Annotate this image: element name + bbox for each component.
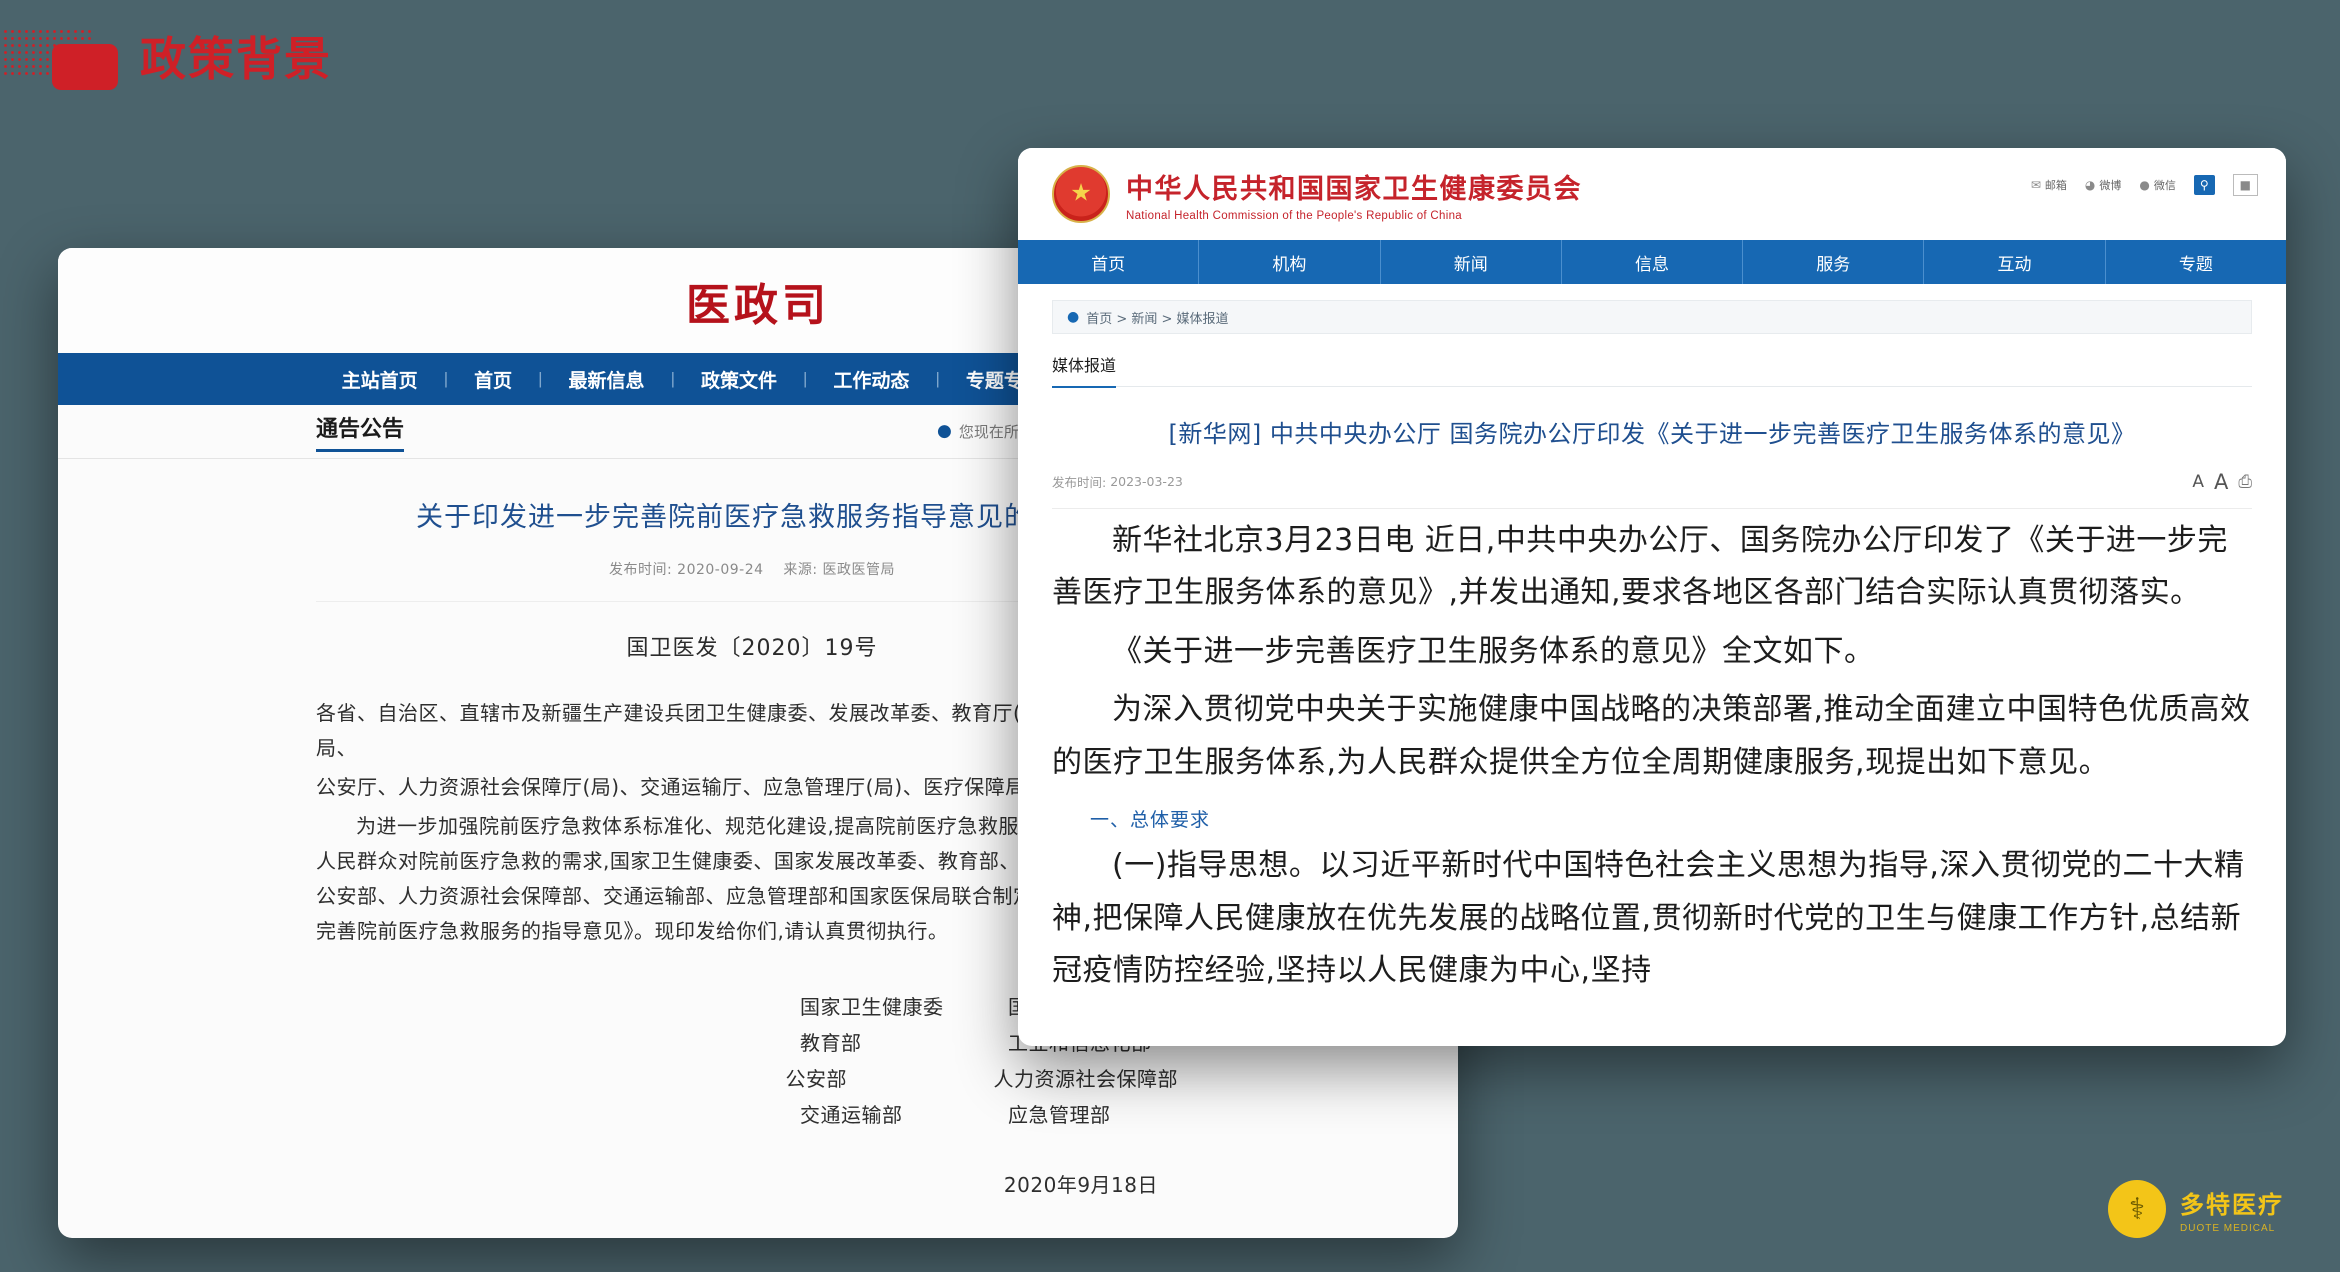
nhc-nav-item-3[interactable]: 信息 bbox=[1562, 240, 1744, 284]
search-icon: ⚲ bbox=[2199, 178, 2209, 192]
moh-signature-row: 公安部 人力资源社会保障部 bbox=[316, 1061, 1188, 1097]
brand-logo-mark bbox=[0, 28, 118, 90]
moh-source-label: 来源: bbox=[783, 561, 818, 578]
nhc-nav-item-4[interactable]: 服务 bbox=[1743, 240, 1925, 284]
nhc-tool-mail-label: 邮箱 bbox=[2044, 179, 2067, 192]
moh-nav-item-0[interactable]: 主站首页 bbox=[316, 366, 444, 393]
page-heading: 政策背景 bbox=[0, 28, 332, 90]
moh-signature-date: 2020年9月18日 bbox=[1003, 1172, 1158, 1197]
font-decrease-button[interactable]: A bbox=[2192, 472, 2204, 492]
accessibility-icon: ■ bbox=[2239, 178, 2251, 192]
watermark-text: 多特医疗 DUOTE MEDICAL bbox=[2180, 1185, 2284, 1234]
nhc-article-meta: 发布时间: 2023-03-23 A A ⎙ bbox=[1052, 470, 2252, 509]
font-increase-button[interactable]: A bbox=[2214, 470, 2228, 494]
nhc-publish-label: 发布时间: bbox=[1052, 475, 1107, 491]
nhc-nav-item-5[interactable]: 互动 bbox=[1924, 240, 2106, 284]
nhc-kicker-divider bbox=[1052, 386, 2252, 387]
nhc-content: 媒体报道 [新华网] 中共中央办公厅 国务院办公厅印发《关于进一步完善医疗卫生服… bbox=[1018, 334, 2286, 998]
moh-signature-1-0: 教育部 bbox=[800, 1030, 862, 1055]
national-emblem-icon bbox=[1052, 165, 1110, 223]
location-pin-icon: ● bbox=[936, 421, 952, 441]
nhc-article-title: [新华网] 中共中央办公厅 国务院办公厅印发《关于进一步完善医疗卫生服务体系的意… bbox=[1168, 420, 2136, 448]
nhc-font-controls[interactable]: A A ⎙ bbox=[2192, 470, 2252, 494]
nhc-tool-weibo-label: 微博 bbox=[2099, 179, 2122, 192]
nhc-primary-nav[interactable]: 首页 机构 新闻 信息 服务 互动 专题 bbox=[1018, 240, 2286, 284]
nhc-breadcrumb-path[interactable]: 首页 > 新闻 > 媒体报道 bbox=[1086, 308, 1228, 327]
moh-brand-title: 医政司 bbox=[686, 279, 830, 331]
watermark-branding: 多特医疗 DUOTE MEDICAL bbox=[2108, 1180, 2284, 1238]
mail-icon: ✉ bbox=[2030, 178, 2041, 192]
nhc-nav-item-6[interactable]: 专题 bbox=[2106, 240, 2286, 284]
nhc-tool-accessibility[interactable]: ■ bbox=[2232, 174, 2258, 196]
solid-square-icon bbox=[52, 44, 118, 90]
nhc-breadcrumb: ● 首页 > 新闻 > 媒体报道 bbox=[1052, 300, 2252, 334]
moh-disclosure-note: (信息公开形式: 主动公开) bbox=[316, 1233, 1188, 1238]
moh-nav-item-2[interactable]: 最新信息 bbox=[543, 366, 671, 393]
nhc-tool-weibo[interactable]: ◕ 微博 bbox=[2085, 177, 2121, 193]
nhc-article-section-paragraph: (一)指导思想。以习近平新时代中国特色社会主义思想为指导,深入贯彻党的二十大精神… bbox=[1052, 848, 2245, 989]
nhc-article-paragraph-1: 《关于进一步完善医疗卫生服务体系的意见》全文如下。 bbox=[1112, 633, 1875, 669]
moh-signature-0-0: 国家卫生健康委 bbox=[800, 994, 944, 1019]
nhc-nav-item-1[interactable]: 机构 bbox=[1199, 240, 1381, 284]
nhc-header: 中华人民共和国国家卫生健康委员会 National Health Commiss… bbox=[1018, 148, 2286, 240]
medical-badge-icon bbox=[2108, 1180, 2166, 1238]
watermark-name-en: DUOTE MEDICAL bbox=[2180, 1222, 2276, 1234]
nhc-brand-en: National Health Commission of the People… bbox=[1126, 209, 1462, 222]
nhc-tool-wechat[interactable]: ● 微信 bbox=[2139, 177, 2175, 193]
moh-signature-3-0: 交通运输部 bbox=[800, 1102, 903, 1127]
moh-signature-row: 交通运输部 应急管理部 bbox=[316, 1097, 1188, 1133]
nhc-nav-item-2[interactable]: 新闻 bbox=[1381, 240, 1562, 284]
nhc-tool-mail[interactable]: ✉ 邮箱 bbox=[2031, 177, 2067, 193]
nhc-tool-links[interactable]: ✉ 邮箱 ◕ 微博 ● 微信 ⚲ ■ bbox=[2031, 174, 2258, 196]
moh-signature-2-1: 人力资源社会保障部 bbox=[993, 1066, 1178, 1091]
printer-icon[interactable]: ⎙ bbox=[2238, 472, 2252, 492]
location-pin-icon: ● bbox=[1067, 309, 1080, 325]
moh-publish-date: 2020-09-24 bbox=[677, 561, 764, 578]
window-nhc-site: 中华人民共和国国家卫生健康委员会 National Health Commiss… bbox=[1018, 148, 2286, 1046]
nhc-article-paragraph-2: 为深入贯彻党中央关于实施健康中国战略的决策部署,推动全面建立中国特色优质高效的医… bbox=[1052, 692, 2251, 780]
nhc-tool-search[interactable]: ⚲ bbox=[2193, 175, 2215, 195]
weibo-icon: ◕ bbox=[2084, 178, 2096, 192]
moh-nav-item-3[interactable]: 政策文件 bbox=[675, 366, 803, 393]
nhc-article-section-heading: 一、总体要求 bbox=[1090, 809, 1211, 832]
nhc-publish-date: 2023-03-23 bbox=[1110, 474, 1183, 490]
nhc-brand-titles: 中华人民共和国国家卫生健康委员会 National Health Commiss… bbox=[1126, 167, 1582, 222]
nhc-section-kicker: 媒体报道 bbox=[1052, 352, 1117, 388]
page-title: 政策背景 bbox=[140, 32, 332, 86]
watermark-name-cn: 多特医疗 bbox=[2180, 1190, 2284, 1219]
wechat-icon: ● bbox=[2139, 178, 2150, 192]
moh-nav-item-4[interactable]: 工作动态 bbox=[807, 366, 935, 393]
nhc-nav-item-0[interactable]: 首页 bbox=[1018, 240, 1200, 284]
moh-nav-item-1[interactable]: 首页 bbox=[448, 366, 538, 393]
moh-source-value: 医政医管局 bbox=[822, 561, 896, 578]
nhc-brand-cn: 中华人民共和国国家卫生健康委员会 bbox=[1126, 173, 1582, 205]
moh-signature-3-1: 应急管理部 bbox=[1008, 1102, 1111, 1127]
nhc-article-paragraph-0: 新华社北京3月23日电 近日,中共中央办公厅、国务院办公厅印发了《关于进一步完善… bbox=[1052, 522, 2228, 611]
moh-signature-2-0: 公安部 bbox=[785, 1066, 847, 1091]
nhc-tool-wechat-label: 微信 bbox=[2153, 179, 2176, 192]
moh-publish-label: 发布时间: bbox=[608, 561, 673, 578]
moh-section-title: 通告公告 bbox=[316, 411, 405, 452]
